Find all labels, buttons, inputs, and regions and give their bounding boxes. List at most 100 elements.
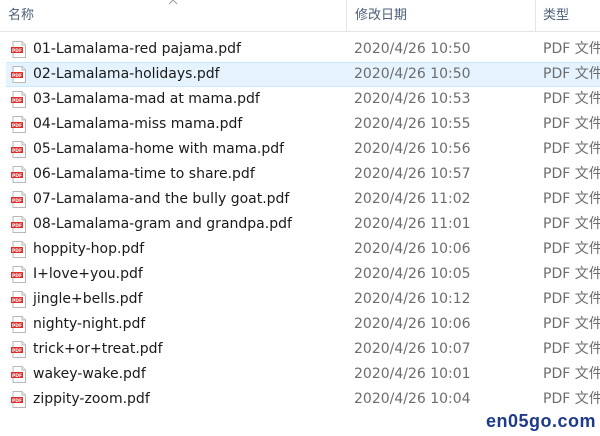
file-type: PDF 文件 [543, 166, 600, 182]
file-type: PDF 文件 [543, 191, 600, 207]
file-modified-date: 2020/4/26 10:55 [354, 116, 471, 132]
file-modified-date: 2020/4/26 10:04 [354, 391, 471, 407]
file-type: PDF 文件 [543, 391, 600, 407]
pdf-file-icon: PDF [11, 341, 26, 358]
pdf-file-icon: PDF [11, 241, 26, 258]
svg-text:PDF: PDF [12, 98, 22, 104]
svg-text:PDF: PDF [12, 273, 22, 279]
file-list-item[interactable]: PDF 03-Lamalama-mad at mama.pdf 2020/4/2… [0, 87, 600, 112]
file-type: PDF 文件 [543, 116, 600, 132]
file-list-item[interactable]: PDF 04-Lamalama-miss mama.pdf 2020/4/26 … [0, 112, 600, 137]
svg-text:PDF: PDF [12, 48, 22, 54]
file-list-item[interactable]: PDF 01-Lamalama-red pajama.pdf 2020/4/26… [0, 37, 600, 62]
column-header-type[interactable]: 类型 [543, 0, 569, 31]
file-modified-date: 2020/4/26 10:57 [354, 166, 471, 182]
pdf-file-icon: PDF [11, 116, 26, 133]
svg-text:PDF: PDF [12, 398, 22, 404]
file-name: hoppity-hop.pdf [33, 241, 145, 257]
file-modified-date: 2020/4/26 10:05 [354, 266, 471, 282]
pdf-file-icon: PDF [11, 366, 26, 383]
file-type: PDF 文件 [543, 266, 600, 282]
file-modified-date: 2020/4/26 10:07 [354, 341, 471, 357]
file-modified-date: 2020/4/26 10:06 [354, 316, 471, 332]
file-modified-date: 2020/4/26 10:53 [354, 91, 471, 107]
svg-text:PDF: PDF [12, 248, 22, 254]
file-list-item[interactable]: PDF 02-Lamalama-holidays.pdf 2020/4/26 1… [6, 62, 600, 87]
file-modified-date: 2020/4/26 10:12 [354, 291, 471, 307]
file-name: wakey-wake.pdf [33, 366, 146, 382]
file-list-item[interactable]: PDF 08-Lamalama-gram and grandpa.pdf 202… [0, 212, 600, 237]
file-type: PDF 文件 [543, 291, 600, 307]
column-header-bar: 名称 修改日期 类型 [0, 0, 600, 32]
file-modified-date: 2020/4/26 10:50 [354, 41, 471, 57]
file-modified-date: 2020/4/26 11:01 [354, 216, 471, 232]
file-type: PDF 文件 [543, 241, 600, 257]
file-type: PDF 文件 [543, 316, 600, 332]
svg-text:PDF: PDF [12, 373, 22, 379]
file-type: PDF 文件 [543, 141, 600, 157]
file-type: PDF 文件 [543, 216, 600, 232]
file-name: zippity-zoom.pdf [33, 391, 150, 407]
column-divider[interactable] [535, 0, 536, 31]
file-name: 04-Lamalama-miss mama.pdf [33, 116, 243, 132]
pdf-file-icon: PDF [11, 191, 26, 208]
file-modified-date: 2020/4/26 10:56 [354, 141, 471, 157]
pdf-file-icon: PDF [11, 216, 26, 233]
file-list-item[interactable]: PDF 05-Lamalama-home with mama.pdf 2020/… [0, 137, 600, 162]
file-list-item[interactable]: PDF trick+or+treat.pdf 2020/4/26 10:07 P… [0, 337, 600, 362]
file-name: 08-Lamalama-gram and grandpa.pdf [33, 216, 292, 232]
pdf-file-icon: PDF [11, 41, 26, 58]
sort-ascending-icon[interactable] [168, 0, 178, 6]
file-modified-date: 2020/4/26 10:01 [354, 366, 471, 382]
file-name: I+love+you.pdf [33, 266, 143, 282]
svg-text:PDF: PDF [12, 148, 22, 154]
file-type: PDF 文件 [543, 366, 600, 382]
svg-text:PDF: PDF [12, 223, 22, 229]
file-list-item[interactable]: PDF I+love+you.pdf 2020/4/26 10:05 PDF 文… [0, 262, 600, 287]
column-header-date[interactable]: 修改日期 [355, 0, 407, 31]
file-explorer-window: 名称 修改日期 类型 PDF 01-Lamalama-red pajama.pd… [0, 0, 600, 436]
file-list-item[interactable]: PDF jingle+bells.pdf 2020/4/26 10:12 PDF… [0, 287, 600, 312]
file-name: 07-Lamalama-and the bully goat.pdf [33, 191, 290, 207]
file-list-item[interactable]: PDF nighty-night.pdf 2020/4/26 10:06 PDF… [0, 312, 600, 337]
svg-text:PDF: PDF [12, 198, 22, 204]
file-name: jingle+bells.pdf [33, 291, 143, 307]
column-divider[interactable] [346, 0, 347, 31]
pdf-file-icon: PDF [11, 66, 26, 83]
watermark-logo: en05go.com [485, 411, 596, 431]
pdf-file-icon: PDF [11, 266, 26, 283]
file-name: 01-Lamalama-red pajama.pdf [33, 41, 241, 57]
pdf-file-icon: PDF [11, 166, 26, 183]
file-name: 03-Lamalama-mad at mama.pdf [33, 91, 260, 107]
file-list-item[interactable]: PDF hoppity-hop.pdf 2020/4/26 10:06 PDF … [0, 237, 600, 262]
file-modified-date: 2020/4/26 10:06 [354, 241, 471, 257]
file-name: 02-Lamalama-holidays.pdf [33, 66, 220, 82]
file-type: PDF 文件 [543, 91, 600, 107]
file-type: PDF 文件 [543, 41, 600, 57]
svg-text:PDF: PDF [12, 173, 22, 179]
pdf-file-icon: PDF [11, 91, 26, 108]
file-list-item[interactable]: PDF 06-Lamalama-time to share.pdf 2020/4… [0, 162, 600, 187]
column-header-name[interactable]: 名称 [8, 0, 34, 31]
svg-text:PDF: PDF [12, 348, 22, 354]
file-list: PDF 01-Lamalama-red pajama.pdf 2020/4/26… [0, 37, 600, 412]
file-name: trick+or+treat.pdf [33, 341, 163, 357]
file-modified-date: 2020/4/26 10:50 [354, 66, 471, 82]
file-name: 05-Lamalama-home with mama.pdf [33, 141, 285, 157]
file-type: PDF 文件 [543, 341, 600, 357]
file-name: 06-Lamalama-time to share.pdf [33, 166, 255, 182]
svg-text:PDF: PDF [12, 73, 22, 79]
svg-text:PDF: PDF [12, 298, 22, 304]
pdf-file-icon: PDF [11, 291, 26, 308]
file-modified-date: 2020/4/26 11:02 [354, 191, 471, 207]
svg-text:PDF: PDF [12, 123, 22, 129]
file-name: nighty-night.pdf [33, 316, 146, 332]
pdf-file-icon: PDF [11, 391, 26, 408]
file-type: PDF 文件 [543, 66, 600, 82]
pdf-file-icon: PDF [11, 316, 26, 333]
pdf-file-icon: PDF [11, 141, 26, 158]
file-list-item[interactable]: PDF zippity-zoom.pdf 2020/4/26 10:04 PDF… [0, 387, 600, 412]
svg-text:PDF: PDF [12, 323, 22, 329]
file-list-item[interactable]: PDF wakey-wake.pdf 2020/4/26 10:01 PDF 文… [0, 362, 600, 387]
file-list-item[interactable]: PDF 07-Lamalama-and the bully goat.pdf 2… [0, 187, 600, 212]
